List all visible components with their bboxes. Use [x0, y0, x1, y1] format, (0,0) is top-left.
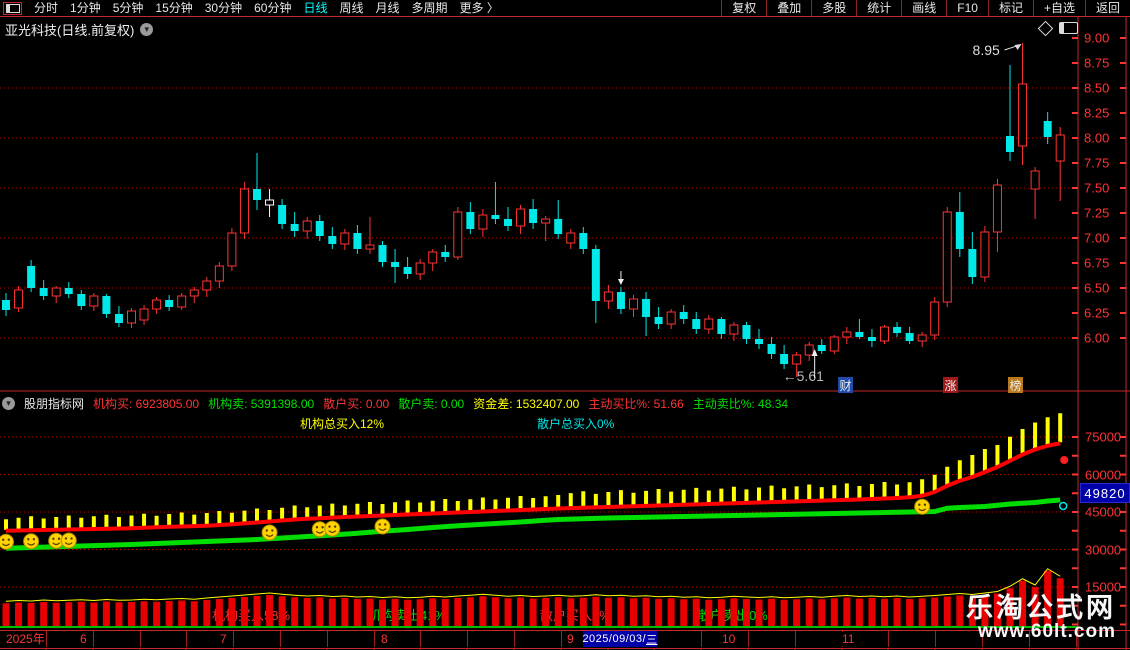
price-tick: 8.75: [1084, 56, 1124, 71]
indicator-header: ▾ 股朋指标网 机构买: 6923805.00 机构卖: 5391398.00 散户…: [2, 395, 788, 412]
date-tick: [888, 631, 889, 647]
stat-2: 机构卖: 5391398.00: [208, 395, 314, 412]
chart-title-row: 亚光科技(日线.前复权) ▾: [5, 20, 153, 39]
menu-item-8[interactable]: 周线: [333, 0, 369, 16]
watermark-badge-财: 财: [838, 377, 853, 393]
chevron-down-icon[interactable]: ▾: [140, 23, 153, 36]
period-menu: 分时1分钟5分钟15分钟30分钟60分钟日线周线月线多周期更多 〉: [0, 0, 505, 16]
date-axis[interactable]: 2025年 6 7 8 9 10 11 2025/09/03/三: [0, 630, 1130, 649]
date-label-8: 8: [379, 632, 390, 646]
price-tick: 7.75: [1084, 156, 1124, 171]
money-tick: 75000: [1085, 430, 1127, 445]
date-tick: [748, 631, 749, 647]
price-tick: 8.25: [1084, 106, 1124, 121]
date-tick: [327, 631, 328, 647]
toolbar-item-画线[interactable]: 画线: [901, 0, 946, 16]
date-label-11: 11: [840, 632, 856, 646]
date-label-7: 7: [218, 632, 229, 646]
date-label-9: 9: [565, 632, 576, 646]
date-label-6: 6: [78, 632, 89, 646]
menu-item-5[interactable]: 30分钟: [199, 0, 248, 16]
date-tick: [467, 631, 468, 647]
watermark-line1: 乐淘公式网: [966, 594, 1116, 622]
price-tick: 7.00: [1084, 231, 1124, 246]
year-label: 2025年: [4, 632, 47, 646]
app-window: 8.95←5.61机构买入58%机构卖出41%散户买入0%散户卖出0% 分时1分…: [0, 0, 1130, 650]
date-tick: [93, 631, 94, 647]
menu-item-6[interactable]: 60分钟: [248, 0, 297, 16]
money-tick: 30000: [1085, 542, 1127, 557]
date-tick: [795, 631, 796, 647]
page-title: 亚光科技(日线.前复权): [5, 20, 134, 39]
date-tick: [186, 631, 187, 647]
date-tick: [233, 631, 234, 647]
toolbar-item-+自选[interactable]: +自选: [1033, 0, 1085, 16]
price-tick: 7.25: [1084, 206, 1124, 221]
stat-7: 主动卖比%: 48.34: [693, 395, 788, 412]
split-window-icon[interactable]: [1059, 22, 1078, 34]
date-label-10: 10: [720, 632, 737, 646]
price-tick: 8.50: [1084, 81, 1124, 96]
indicator-source: 股朋指标网: [24, 395, 84, 412]
date-tick: [561, 631, 562, 647]
diamond-icon[interactable]: [1038, 20, 1054, 36]
svg-text:散户买入0%: 散户买入0%: [540, 608, 611, 623]
svg-text:←5.61: ←5.61: [783, 368, 824, 384]
menu-item-4[interactable]: 15分钟: [149, 0, 198, 16]
sub-stat-1: 机构总买入12%: [300, 415, 384, 432]
tools-menu: 复权叠加多股统计画线F10标记+自选返回: [721, 0, 1130, 16]
chart-corner-icons: [1040, 22, 1078, 34]
menu-item-10[interactable]: 多周期: [406, 0, 454, 16]
stat-4: 散户卖: 0.00: [398, 395, 464, 412]
price-tick: 6.00: [1084, 331, 1124, 346]
toolbar-item-标记[interactable]: 标记: [988, 0, 1033, 16]
date-tick: [280, 631, 281, 647]
menu-item-7[interactable]: 日线: [297, 0, 333, 16]
stat-3: 散户买: 0.00: [323, 395, 389, 412]
price-tick: 6.50: [1084, 281, 1124, 296]
watermark-badge-榜: 榜: [1008, 377, 1023, 393]
price-tick: 9.00: [1084, 31, 1124, 46]
watermark-badge-涨: 涨: [943, 377, 958, 393]
price-tick: 7.50: [1084, 181, 1124, 196]
stat-6: 主动买比%: 51.66: [588, 395, 683, 412]
toolbar-item-多股[interactable]: 多股: [811, 0, 856, 16]
menu-item-1[interactable]: 分时: [28, 0, 64, 16]
top-menu-bar: 分时1分钟5分钟15分钟30分钟60分钟日线周线月线多周期更多 〉 复权叠加多股…: [0, 0, 1130, 17]
date-tick: [46, 631, 47, 647]
stat-5: 资金差: 1532407.00: [473, 395, 579, 412]
date-tick: [701, 631, 702, 647]
date-tick: [420, 631, 421, 647]
price-tick: 6.25: [1084, 306, 1124, 321]
chart-canvas[interactable]: 8.95←5.61机构买入58%机构卖出41%散户买入0%散户卖出0%: [0, 0, 1130, 650]
menu-item-3[interactable]: 5分钟: [107, 0, 150, 16]
toolbar-item-叠加[interactable]: 叠加: [766, 0, 811, 16]
collapse-panel-icon[interactable]: ▾: [2, 397, 15, 410]
stat-1: 机构买: 6923805.00: [93, 395, 199, 412]
date-tick: [374, 631, 375, 647]
toolbar-item-复权[interactable]: 复权: [721, 0, 766, 16]
price-tick: 6.75: [1084, 256, 1124, 271]
toolbar-item-F10[interactable]: F10: [946, 0, 988, 16]
menu-item-2[interactable]: 1分钟: [64, 0, 107, 16]
toolbar-item-统计[interactable]: 统计: [856, 0, 901, 16]
toolbar-item-返回[interactable]: 返回: [1085, 0, 1130, 16]
money-tick: 45000: [1085, 505, 1127, 520]
date-tick: [514, 631, 515, 647]
menu-item-9[interactable]: 月线: [370, 0, 406, 16]
date-tick: [935, 631, 936, 647]
highlighted-date: 2025/09/03/三: [583, 631, 657, 647]
date-tick: [140, 631, 141, 647]
watermark: 乐淘公式网 www.60lt.com: [966, 594, 1116, 642]
watermark-line2: www.60lt.com: [966, 622, 1116, 642]
latest-value-badge: 49820: [1080, 483, 1130, 503]
sub-stat-2: 散户总买入0%: [537, 415, 614, 432]
layout-panel-icon[interactable]: [3, 2, 22, 15]
svg-text:8.95: 8.95: [973, 42, 1000, 58]
money-tick: 60000: [1085, 467, 1127, 482]
menu-item-11[interactable]: 更多 〉: [454, 0, 505, 16]
price-tick: 8.00: [1084, 131, 1124, 146]
